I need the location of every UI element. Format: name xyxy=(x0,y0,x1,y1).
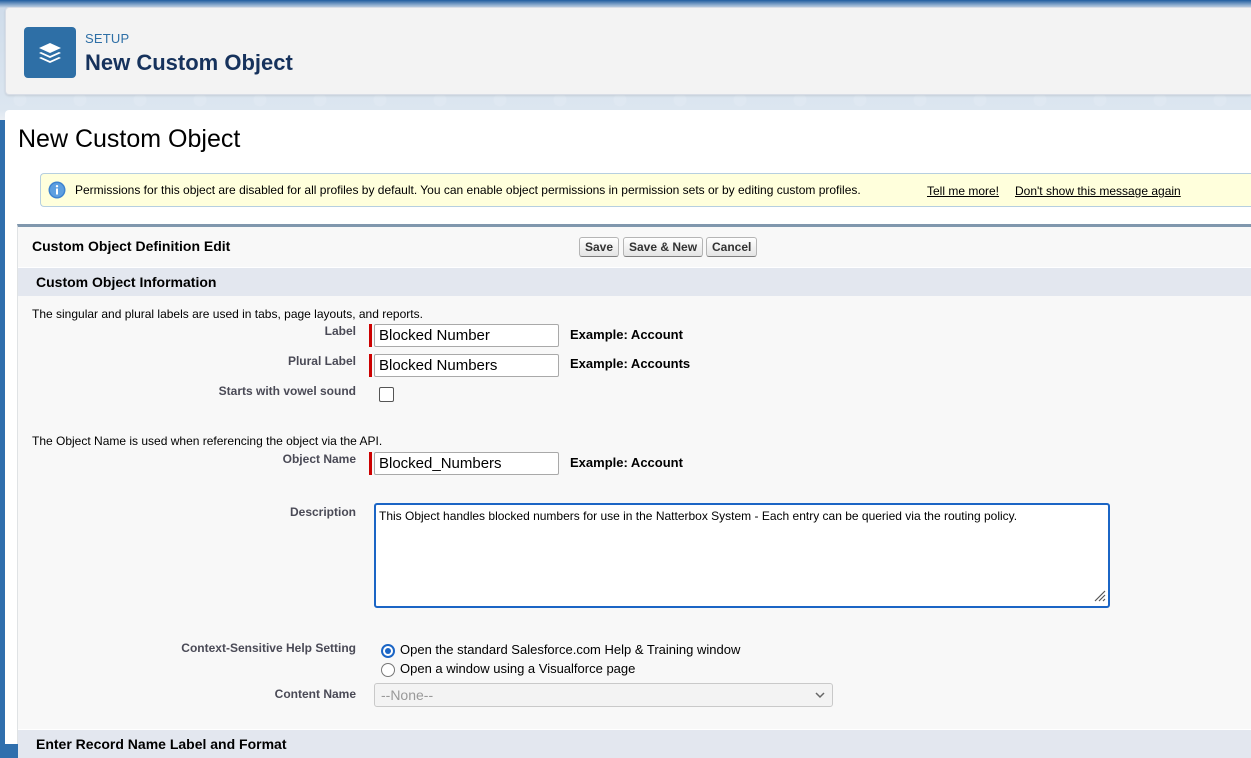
help-option-standard-label: Open the standard Salesforce.com Help & … xyxy=(400,642,741,657)
setup-kicker: SETUP xyxy=(85,31,130,46)
custom-object-edit-panel: Custom Object Definition Edit Save Save … xyxy=(17,224,1251,758)
help-option-visualforce-radio[interactable] xyxy=(381,663,395,677)
save-button[interactable]: Save xyxy=(579,237,620,257)
label-field-label: Label xyxy=(324,324,356,338)
required-indicator xyxy=(369,452,372,475)
object-name-input[interactable] xyxy=(374,452,559,475)
label-example: Example: Account xyxy=(570,327,683,342)
vowel-sound-label: Starts with vowel sound xyxy=(218,384,356,398)
info-message-bar: Permissions for this object are disabled… xyxy=(40,173,1251,207)
help-setting-label: Context-Sensitive Help Setting xyxy=(181,641,356,655)
description-label: Description xyxy=(289,505,356,519)
chevron-down-icon xyxy=(815,692,825,699)
resize-grip-icon[interactable] xyxy=(1092,588,1106,602)
help-option-visualforce-label: Open a window using a Visualforce page xyxy=(400,661,636,676)
label-input[interactable] xyxy=(374,324,559,347)
help-option-standard-radio[interactable] xyxy=(381,644,395,658)
setup-title: New Custom Object xyxy=(85,50,293,75)
cancel-button[interactable]: Cancel xyxy=(706,237,758,257)
content-name-select[interactable]: --None-- xyxy=(374,683,833,707)
plural-label-example: Example: Accounts xyxy=(570,356,691,371)
content-name-value: --None-- xyxy=(381,687,434,703)
dont-show-again-link[interactable]: Don't show this message again xyxy=(1015,184,1181,198)
required-indicator xyxy=(369,324,372,347)
layers-icon xyxy=(24,27,76,78)
save-and-new-button[interactable]: Save & New xyxy=(623,237,704,257)
tell-me-more-link[interactable]: Tell me more! xyxy=(927,184,999,198)
page-title: New Custom Object xyxy=(18,125,241,153)
required-indicator xyxy=(369,354,372,377)
content-name-label: Content Name xyxy=(274,687,356,701)
section-custom-object-information: Custom Object Information xyxy=(18,267,1251,296)
section-title: Enter Record Name Label and Format xyxy=(36,736,287,752)
plural-label-input[interactable] xyxy=(374,354,559,377)
info-message-text: Permissions for this object are disabled… xyxy=(75,183,861,197)
object-name-example: Example: Account xyxy=(570,455,683,470)
api-note: The Object Name is used when referencing… xyxy=(32,434,383,448)
vowel-sound-checkbox[interactable] xyxy=(379,387,394,402)
labels-note: The singular and plural labels are used … xyxy=(32,307,423,321)
section-title: Custom Object Information xyxy=(36,274,217,290)
plural-label-field-label: Plural Label xyxy=(287,354,356,368)
setup-header: SETUP New Custom Object xyxy=(5,7,1251,95)
object-name-label: Object Name xyxy=(282,452,356,466)
description-textarea[interactable]: This Object handles blocked numbers for … xyxy=(374,503,1110,608)
page-content: New Custom Object Permissions for this o… xyxy=(5,110,1251,758)
info-icon xyxy=(48,181,66,199)
panel-title: Custom Object Definition Edit xyxy=(32,238,231,254)
